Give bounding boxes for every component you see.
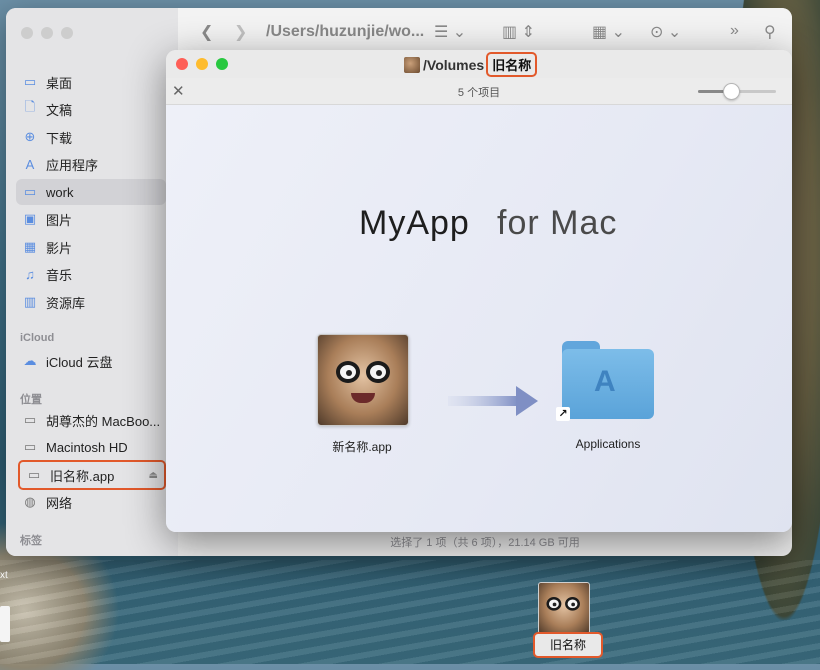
arrow-icon [448, 386, 538, 416]
applications-label[interactable]: Applications [550, 437, 666, 451]
sidebar-item-macbook[interactable]: ▭ 胡尊杰的 MacBoo... [16, 407, 166, 433]
close-button[interactable] [21, 27, 33, 39]
desktop-sea [0, 560, 820, 664]
dmg-background: MyApp for Mac 新名称.app A ↗ Applications [166, 105, 792, 532]
desktop-file-label[interactable]: xt [0, 570, 8, 581]
cloud-icon: ☁ [23, 353, 37, 368]
document-icon: 🗋 [24, 99, 36, 114]
column-view-icon[interactable]: ▥ ⇕ [502, 22, 535, 42]
sidebar-item-label: 桌面 [46, 75, 73, 91]
sidebar-heading-locations: 位置 [20, 394, 42, 406]
app-label[interactable]: 新名称.app [301, 438, 423, 455]
close-button[interactable] [176, 58, 188, 70]
sidebar-item-label: 网络 [46, 495, 73, 511]
app-store-glyph-icon: A [594, 365, 616, 398]
sidebar-item-label: iCloud 云盘 [46, 354, 113, 370]
search-icon[interactable]: ⚲ [764, 22, 776, 42]
glasses-icon [332, 361, 394, 383]
mouth-icon [351, 393, 375, 403]
status-bar: 选择了 1 项（共 6 项），21.14 GB 可用 [390, 537, 580, 549]
minimize-button[interactable] [196, 58, 208, 70]
sidebar-item-label: 影片 [46, 240, 73, 256]
sidebar-item-icloud-drive[interactable]: ☁ iCloud 云盘 [16, 348, 166, 374]
library-icon: ▥ [23, 294, 37, 309]
sidebar-item-library[interactable]: ▥ 资源库 [16, 289, 166, 315]
dmg-titlebar: /Volumes 旧名称 [166, 50, 792, 78]
finder-window-controls [21, 27, 73, 39]
sidebar-item-old-volume[interactable]: ▭ 旧名称.app ⏏ [18, 460, 166, 490]
network-icon: ◍ [24, 494, 36, 509]
sidebar-item-network[interactable]: ◍ 网络 [16, 489, 166, 515]
brand-name: MyApp [359, 204, 470, 242]
disk-icon: ▭ [23, 439, 37, 454]
title-volume-name: 旧名称 [486, 52, 538, 77]
list-view-icon[interactable]: ☰ ⌄ [434, 22, 466, 42]
finder-sidebar: ▭ 桌面 🗋 文稿 ⊕ 下载 A 应用程序 ▭ work ▣ 图片 ▦ 影片 ♫ [6, 8, 178, 556]
desktop-file-icon[interactable] [0, 606, 10, 642]
sidebar-item-movies[interactable]: ▦ 影片 [16, 234, 166, 260]
volume-thumbnail-icon [404, 56, 420, 73]
sidebar-item-label: 图片 [46, 212, 73, 228]
sidebar-item-label: work [46, 184, 74, 200]
more-actions-icon[interactable]: ⊙ ⌄ [650, 22, 681, 42]
dmg-window: /Volumes 旧名称 ✕ 5 个项目 MyApp for Mac 新名称.a… [166, 50, 792, 532]
apps-icon: A [25, 156, 35, 172]
sidebar-item-macintosh-hd[interactable]: ▭ Macintosh HD [16, 434, 166, 460]
download-icon: ⊕ [24, 129, 36, 144]
sidebar-item-label: 文稿 [46, 102, 73, 118]
sidebar-item-work[interactable]: ▭ work [16, 179, 166, 205]
photo-icon: ▣ [23, 211, 37, 226]
app-icon[interactable] [317, 334, 409, 426]
back-icon[interactable]: ❮ [200, 22, 213, 42]
forward-icon[interactable]: ❯ [234, 22, 247, 42]
path-title: /Users/huzunjie/wo... [266, 23, 425, 40]
glasses-icon [544, 597, 582, 611]
sidebar-item-label: Macintosh HD [46, 439, 128, 455]
brand-subtitle: for Mac [497, 204, 618, 242]
title-path: /Volumes [423, 56, 485, 73]
disk-icon: ▭ [27, 467, 41, 482]
dmg-pathbar: ✕ 5 个项目 [166, 78, 792, 105]
sidebar-item-label: 应用程序 [46, 157, 99, 173]
icon-size-slider[interactable] [698, 83, 776, 100]
sidebar-item-label: 资源库 [46, 295, 86, 311]
sidebar-item-downloads[interactable]: ⊕ 下载 [16, 124, 166, 150]
sidebar-item-label: 音乐 [46, 267, 73, 283]
minimize-button[interactable] [41, 27, 53, 39]
desktop-icon: ▭ [23, 74, 37, 89]
zoom-button[interactable] [216, 58, 228, 70]
sidebar-heading-icloud: iCloud [20, 332, 55, 344]
group-icon[interactable]: ▦ ⌄ [592, 22, 625, 42]
sidebar-item-label: 下载 [46, 130, 73, 146]
sidebar-item-desktop[interactable]: ▭ 桌面 [16, 69, 166, 95]
music-icon: ♫ [25, 266, 35, 282]
sidebar-heading-tags: 标签 [20, 535, 42, 547]
film-icon: ▦ [23, 239, 37, 254]
applications-folder-icon[interactable]: A ↗ [556, 341, 654, 421]
sidebar-item-label: 旧名称.app [50, 468, 115, 484]
desktop-volume-label[interactable]: 旧名称 [533, 632, 603, 658]
alias-arrow-icon: ↗ [556, 407, 570, 421]
sidebar-item-documents[interactable]: 🗋 文稿 [16, 96, 166, 122]
sidebar-item-label: 胡尊杰的 MacBoo... [46, 413, 161, 429]
eject-icon[interactable]: ⏏ [149, 470, 158, 481]
sidebar-item-applications[interactable]: A 应用程序 [16, 151, 166, 177]
overflow-icon[interactable]: » [730, 22, 739, 40]
desktop-volume-icon[interactable] [538, 582, 590, 634]
laptop-icon: ▭ [23, 412, 37, 427]
sidebar-item-music[interactable]: ♫ 音乐 [16, 261, 166, 287]
dmg-title: /Volumes 旧名称 [404, 52, 538, 77]
zoom-button[interactable] [61, 27, 73, 39]
folder-icon: ▭ [23, 184, 37, 199]
dmg-window-controls [176, 58, 228, 70]
sidebar-item-pictures[interactable]: ▣ 图片 [16, 206, 166, 232]
